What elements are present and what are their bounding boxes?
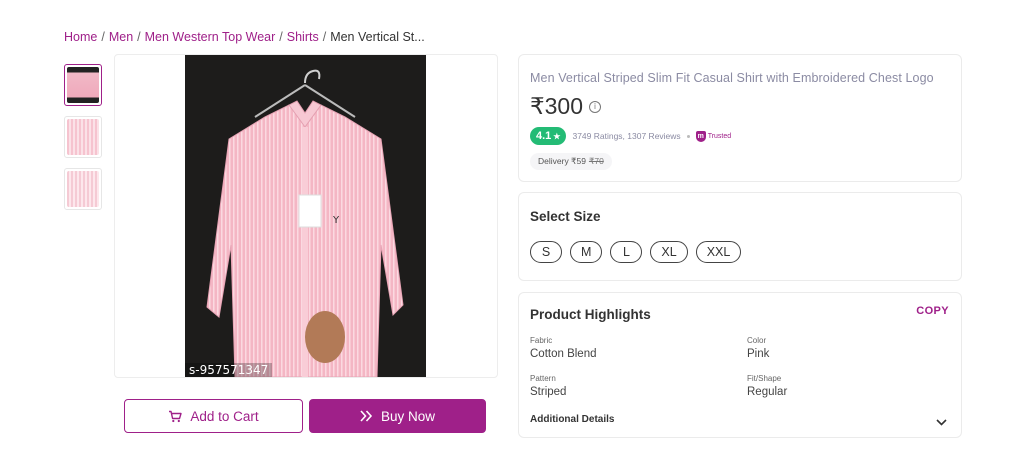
attribute-key: Pattern [530,374,556,383]
product-highlights-heading: Product Highlights [530,307,651,322]
separator-dot [686,134,690,138]
trusted-label: Trusted [707,132,732,140]
attribute-fit-shape: Fit/Shape Regular [747,374,787,398]
attribute-value: Regular [747,386,788,398]
attribute-value: Cotton Blend [530,348,597,360]
size-option-s[interactable]: S [530,241,562,263]
delivery-charge: Delivery ₹59 ₹70 [530,153,612,170]
select-size-heading: Select Size [530,209,601,224]
info-icon[interactable]: i [589,100,602,113]
attribute-key: Fit/Shape [747,374,782,383]
thumbnail-3[interactable] [64,168,102,210]
rating-value: 4.1 [536,130,552,142]
breadcrumb-separator: / [322,30,327,44]
ratings-reviews-count: 3749 Ratings, 1307 Reviews [572,131,681,141]
breadcrumb-separator: / [137,30,141,44]
breadcrumb-home[interactable]: Home [64,30,97,44]
size-option-xxl[interactable]: XXL [695,241,742,263]
trusted-logo-icon: m [695,130,706,142]
delivery-price: Delivery ₹59 [538,156,586,166]
size-options: S M L XL XXL [530,241,742,263]
shirt-illustration: Y [206,69,404,377]
price-row: ₹300 i [530,93,602,120]
attribute-value: Pink [747,348,770,360]
breadcrumb-men[interactable]: Men [109,30,133,44]
product-photo: Y s-957571347 [185,55,426,377]
cart-icon [168,410,183,423]
star-icon: ★ [553,131,561,141]
thumbnail-2[interactable] [64,116,102,158]
buy-now-label: Buy Now [380,408,436,424]
add-to-cart-label: Add to Cart [190,408,259,424]
thumbnail-image [67,171,99,207]
trusted-badge: m Trusted [695,130,732,142]
product-price: ₹300 [530,93,584,119]
buy-now-button[interactable]: Buy Now [309,399,486,433]
size-option-l[interactable]: L [610,241,643,263]
attribute-pattern: Pattern Striped [530,374,566,398]
rating-badge: 4.1 ★ [530,127,567,145]
chevron-down-icon[interactable] [936,413,947,431]
product-info-card: Men Vertical Striped Slim Fit Casual Shi… [518,54,962,182]
breadcrumb-men-western-top-wear[interactable]: Men Western Top Wear [145,30,276,44]
additional-details-toggle[interactable]: Additional Details [530,414,614,425]
sku-watermark: s-957571347 [185,363,273,377]
thumbnail-1[interactable] [64,64,102,106]
breadcrumb-shirts[interactable]: Shirts [287,30,319,44]
main-product-image[interactable]: Y s-957571347 [114,54,498,378]
product-highlights-card: Product Highlights COPY Fabric Cotton Bl… [518,292,962,438]
size-option-m[interactable]: M [570,241,603,263]
svg-text:Y: Y [332,215,340,226]
thumbnail-image [67,119,99,155]
attribute-key: Color [747,336,767,345]
thumbnail-image [67,67,99,103]
thumbnail-list [64,64,104,220]
size-selection-card: Select Size S M L XL XXL [518,192,962,281]
add-to-cart-button[interactable]: Add to Cart [124,399,303,433]
breadcrumb: Home / Men / Men Western Top Wear / Shirts / Men… [64,30,425,44]
rating-row: 4.1 ★ 3749 Ratings, 1307 Reviews m Trust… [530,127,731,145]
attribute-fabric: Fabric Cotton Blend [530,336,597,360]
size-option-xl[interactable]: XL [650,241,688,263]
breadcrumb-separator: / [279,30,283,44]
attribute-key: Fabric [530,336,553,345]
delivery-original-price: ₹70 [588,156,604,166]
breadcrumb-separator: / [101,30,105,44]
product-title: Men Vertical Striped Slim Fit Casual Shi… [530,71,934,85]
attribute-color: Color Pink [747,336,769,360]
breadcrumb-current: Men Vertical St... [330,30,425,44]
attribute-value: Striped [530,386,567,398]
double-chevron-right-icon [360,410,373,422]
copy-button[interactable]: COPY [916,305,949,317]
